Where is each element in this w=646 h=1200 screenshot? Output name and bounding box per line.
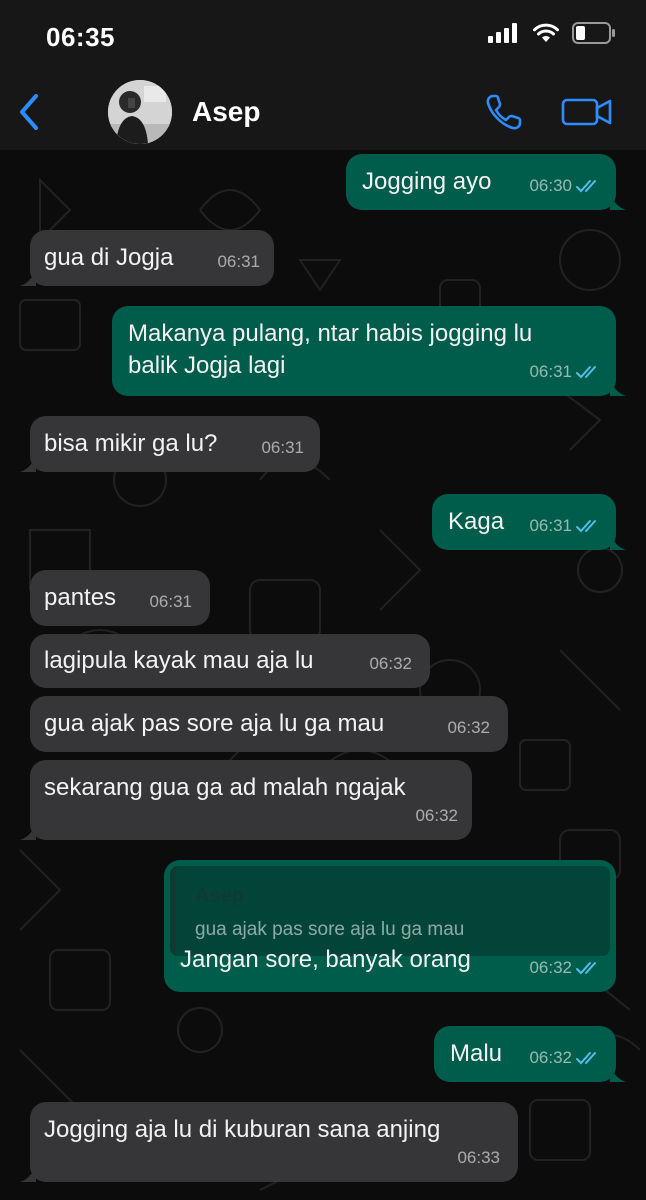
message-text-line: balik Jogja lagi [128, 352, 286, 379]
quoted-message-text: gua ajak pas sore aja lu ga mau [195, 919, 465, 940]
message-text: gua di Jogja [44, 244, 174, 271]
message-text: Malu [450, 1040, 503, 1067]
video-call-icon[interactable] [560, 92, 614, 132]
message-text: Jogging ayo [362, 168, 492, 195]
message-time: 06:30 [529, 176, 572, 195]
message-time: 06:32 [529, 1048, 572, 1067]
message-bubble-incoming[interactable]: bisa mikir ga lu? 06:31 [20, 416, 320, 472]
message-time: 06:31 [149, 592, 192, 611]
quoted-message[interactable]: Asep gua ajak pas sore aja lu ga mau [170, 866, 610, 956]
bubble-tail [20, 454, 36, 472]
bubble-tail [610, 378, 626, 396]
message-meta: 06:32 [529, 952, 602, 984]
message-bubble-incoming[interactable]: gua di Jogja 06:31 [20, 230, 274, 286]
bubble-tail [20, 268, 36, 286]
chat-message-list[interactable]: Jogging ayo 06:30 gua di Jogja 06:31 Mak… [0, 150, 646, 1200]
message-meta: 06:31 [529, 356, 602, 388]
message-bubble-incoming[interactable]: Jogging aja lu di kuburan sana anjing 06… [20, 1102, 518, 1182]
chat-header: Asep [0, 74, 646, 150]
contact-avatar[interactable] [108, 80, 172, 144]
message-bubble-outgoing[interactable]: Malu 06:32 [434, 1026, 626, 1082]
message-meta: 06:31 [217, 246, 260, 278]
message-text: pantes [44, 584, 117, 611]
message-text: Kaga [448, 508, 505, 535]
message-meta: 06:30 [529, 170, 602, 202]
message-meta: 06:32 [369, 648, 412, 680]
message-time: 06:31 [529, 362, 572, 381]
status-bar: 06:35 [0, 0, 646, 74]
wifi-icon [533, 23, 559, 42]
message-time: 06:31 [261, 438, 304, 457]
message-meta: 06:31 [261, 432, 304, 464]
message-bubble-outgoing-reply[interactable]: Asep gua ajak pas sore aja lu ga mau Jan… [164, 860, 616, 992]
message-bubble-outgoing[interactable]: Kaga 06:31 [432, 494, 626, 550]
read-receipt-icon [576, 520, 596, 533]
battery-icon [572, 22, 615, 44]
message-text: Jogging aja lu di kuburan sana anjing [44, 1116, 441, 1143]
message-text: bisa mikir ga lu? [44, 430, 218, 457]
bubble-tail [610, 1064, 626, 1082]
message-time: 06:32 [447, 718, 490, 737]
message-meta: 06:32 [447, 712, 490, 744]
message-bubble-outgoing[interactable]: Makanya pulang, ntar habis jogging lu ba… [112, 306, 626, 396]
bubble-tail [610, 192, 626, 210]
cellular-signal-icon [488, 23, 517, 43]
bubble-tail [20, 822, 36, 840]
back-chevron-icon[interactable] [14, 92, 44, 132]
read-receipt-icon [576, 180, 596, 193]
bubble-tail [20, 1164, 36, 1182]
bubble-tail [610, 532, 626, 550]
message-bubble-incoming[interactable]: lagipula kayak mau aja lu 06:32 [30, 634, 430, 688]
status-time: 06:35 [46, 22, 115, 52]
quoted-sender-name: Asep [195, 885, 244, 907]
read-receipt-icon [576, 962, 596, 975]
message-meta: 06:33 [457, 1142, 500, 1174]
read-receipt-icon [576, 1052, 596, 1065]
message-text: sekarang gua ga ad malah ngajak [44, 774, 406, 801]
message-meta: 06:31 [529, 510, 602, 542]
message-bubble-incoming[interactable]: pantes 06:31 [30, 570, 210, 626]
message-time: 06:31 [529, 516, 572, 535]
message-meta: 06:32 [529, 1042, 602, 1074]
message-text: Jangan sore, banyak orang [180, 946, 471, 973]
message-text: lagipula kayak mau aja lu [44, 647, 314, 674]
status-icons [488, 22, 616, 44]
message-time: 06:32 [529, 958, 572, 977]
message-time: 06:31 [217, 252, 260, 271]
message-text: gua ajak pas sore aja lu ga mau [44, 710, 385, 737]
message-meta: 06:31 [149, 586, 192, 618]
contact-name[interactable]: Asep [192, 96, 260, 128]
message-time: 06:32 [415, 806, 458, 825]
message-text-line: Makanya pulang, ntar habis jogging lu [128, 320, 533, 347]
message-time: 06:32 [369, 654, 412, 673]
message-time: 06:33 [457, 1148, 500, 1167]
message-bubble-incoming[interactable]: sekarang gua ga ad malah ngajak 06:32 [20, 760, 472, 840]
message-bubble-outgoing[interactable]: Jogging ayo 06:30 [346, 154, 626, 210]
avatar-photo-icon [108, 80, 172, 144]
phone-call-icon[interactable] [484, 92, 524, 132]
read-receipt-icon [576, 366, 596, 379]
message-bubble-incoming[interactable]: gua ajak pas sore aja lu ga mau 06:32 [30, 696, 508, 752]
message-meta: 06:32 [415, 800, 458, 832]
